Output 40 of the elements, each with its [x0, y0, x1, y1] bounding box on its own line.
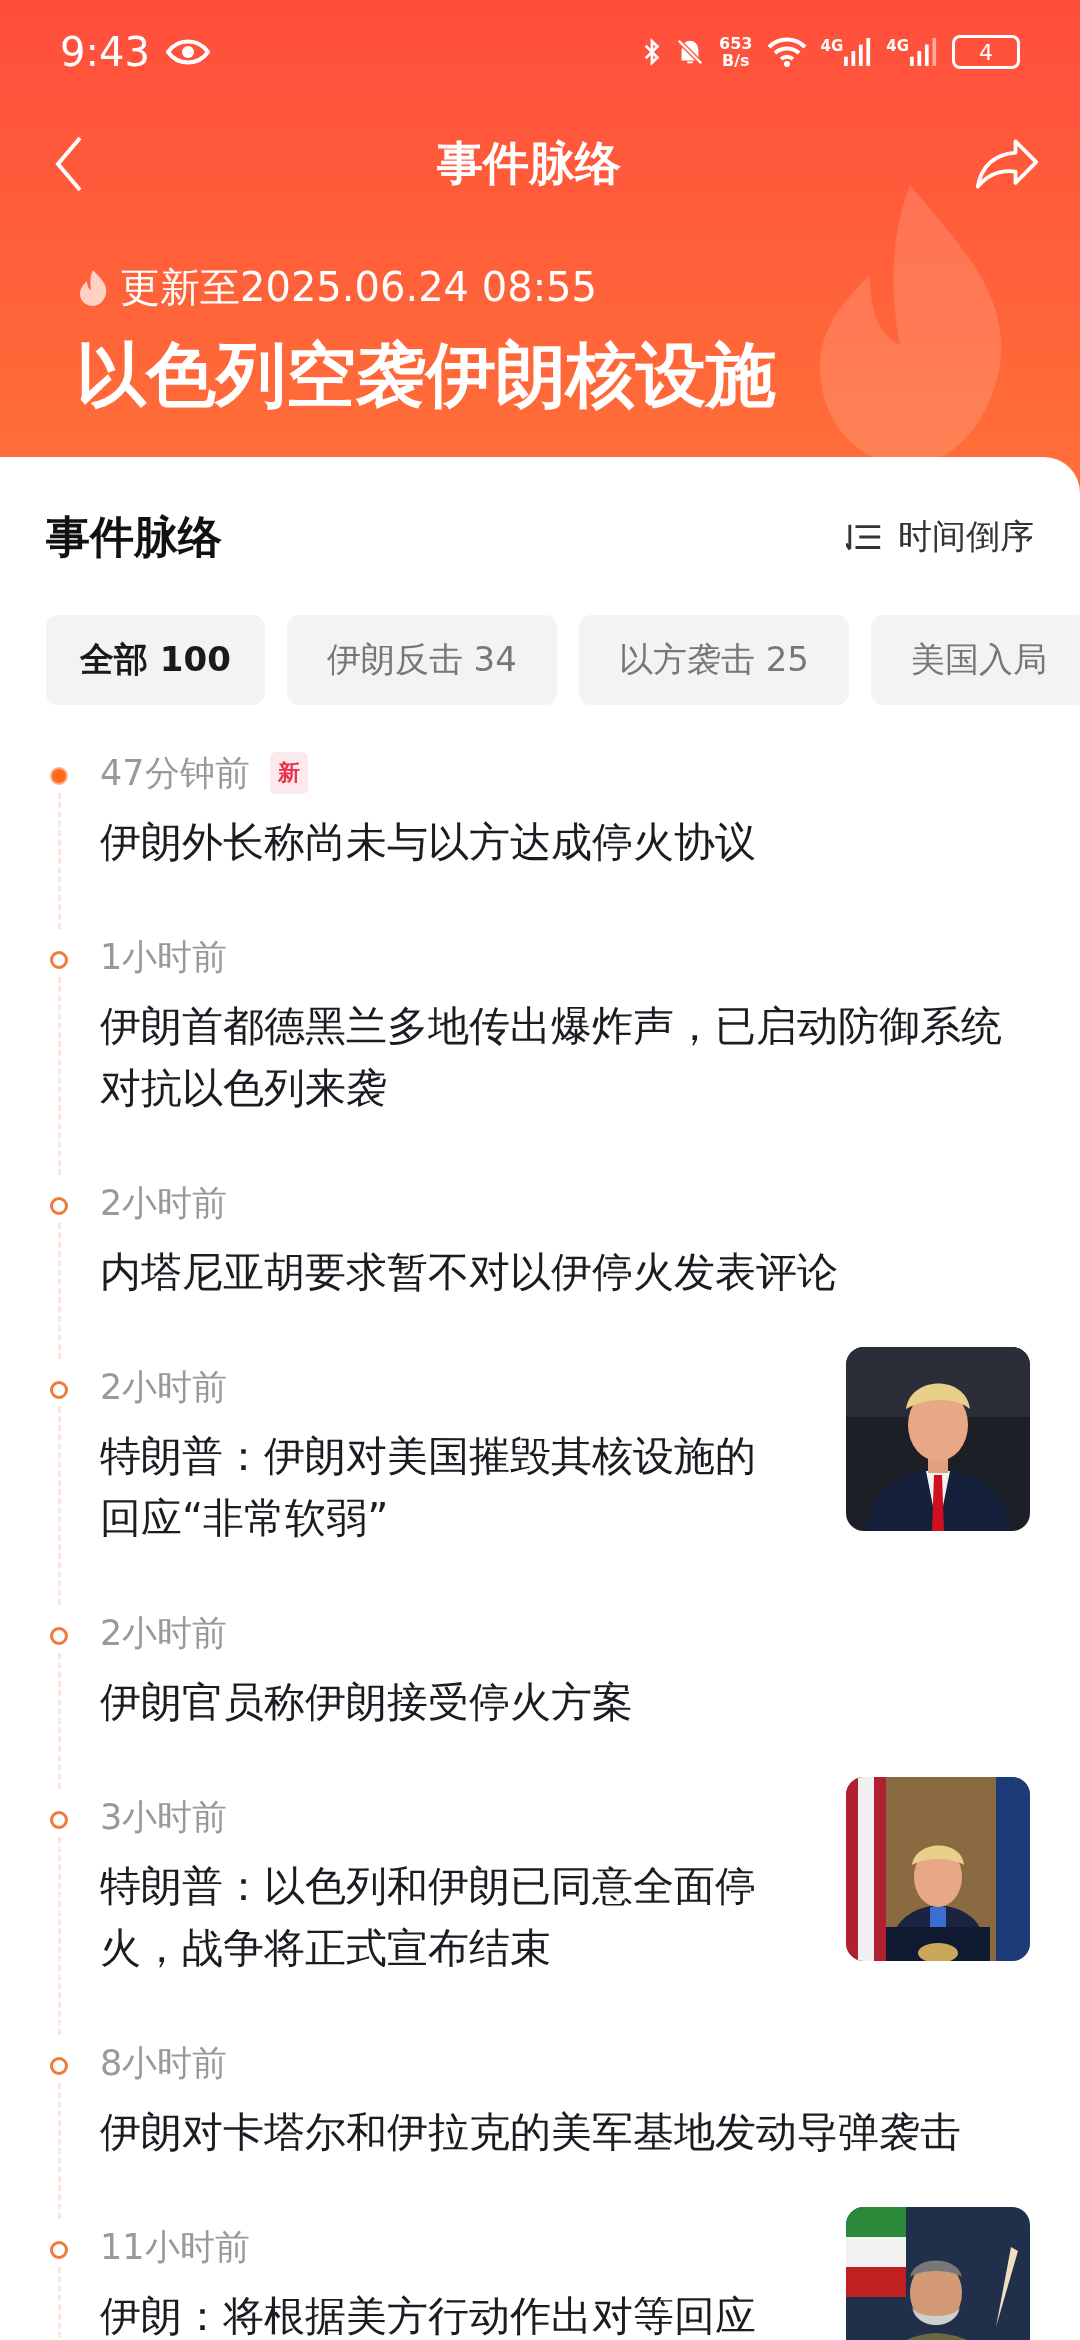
update-time: 更新至2025.06.24 08:55 [120, 263, 597, 312]
event-headline[interactable]: 伊朗对卡塔尔和伊拉克的美军基地发动导弹袭击 [100, 2101, 1010, 2163]
sort-button[interactable]: 时间倒序 [846, 514, 1034, 560]
eye-icon [165, 37, 210, 67]
bluetooth-icon [643, 37, 662, 67]
event-time: 11小时前 [100, 2225, 250, 2269]
net-speed-unit: B/s [722, 52, 750, 69]
event-time: 47分钟前 [100, 751, 250, 795]
event-headline[interactable]: 特朗普：以色列和伊朗已同意全面停火，战争将正式宣布结束 [100, 1855, 796, 1979]
flame-icon [78, 269, 108, 306]
event-time: 8小时前 [100, 2041, 228, 2085]
signal-icon [910, 37, 938, 67]
back-button[interactable] [54, 134, 84, 194]
page-title: 事件脉络 [437, 135, 621, 192]
net-speed: 653 [719, 35, 753, 52]
status-time: 9:43 [60, 29, 150, 75]
network-type: 4G [820, 37, 844, 55]
network-type: 4G [886, 37, 909, 55]
event-time: 3小时前 [100, 1795, 228, 1839]
signal-icon [844, 37, 873, 67]
event-headline[interactable]: 内塔尼亚胡要求暂不对以伊停火发表评论 [100, 1241, 1010, 1303]
filter-tab[interactable]: 美国入局 [870, 615, 1080, 705]
event-time: 1小时前 [100, 935, 228, 979]
filter-tab[interactable]: 伊朗反击 34 [286, 615, 557, 705]
event-headline[interactable]: 伊朗：将根据美方行动作出对等回应 [100, 2285, 796, 2340]
event-headline[interactable]: 特朗普：伊朗对美国摧毁其核设施的回应“非常软弱” [100, 1425, 796, 1549]
new-badge: 新 [269, 752, 308, 794]
share-button[interactable] [974, 137, 1040, 191]
event-time: 2小时前 [100, 1365, 228, 1409]
filter-tab[interactable]: 全部 100 [46, 615, 265, 705]
event-headline[interactable]: 伊朗官员称伊朗接受停火方案 [100, 1671, 1010, 1733]
wifi-icon [766, 37, 807, 67]
battery-icon: 4 [952, 35, 1020, 69]
event-headline[interactable]: 伊朗首都德黑兰多地传出爆炸声，已启动防御系统对抗以色列来袭 [100, 995, 1010, 1119]
event-time: 2小时前 [100, 1181, 228, 1225]
section-title: 事件脉络 [46, 509, 222, 564]
event-time: 2小时前 [100, 1611, 228, 1655]
filter-tab[interactable]: 以方袭击 25 [578, 615, 849, 705]
event-headline[interactable]: 伊朗外长称尚未与以方达成停火协议 [100, 811, 1010, 873]
event-title: 以色列空袭伊朗核设施 [75, 333, 777, 418]
